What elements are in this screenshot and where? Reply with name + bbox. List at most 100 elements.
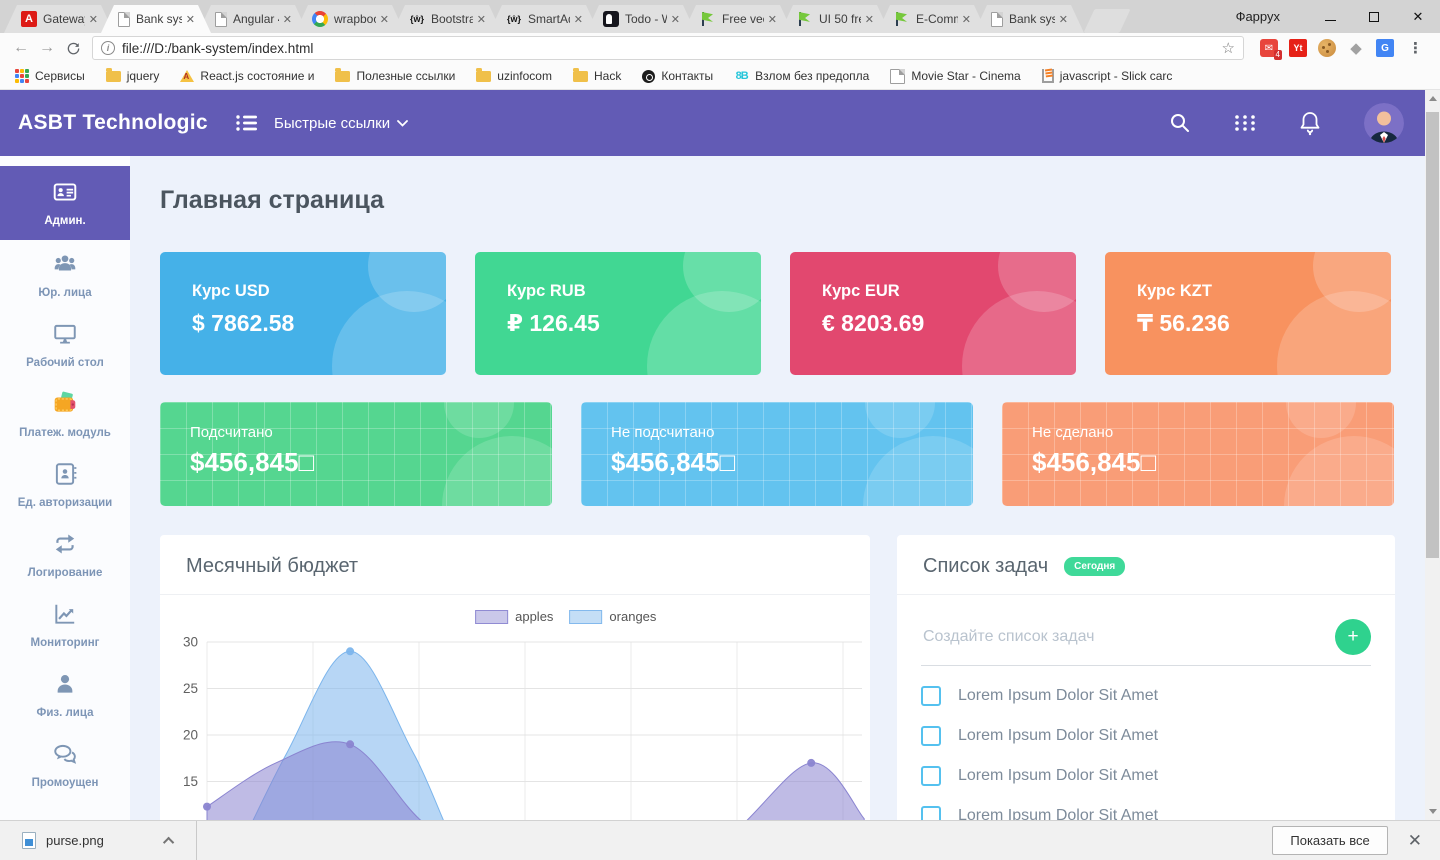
sidebar: Админ. Юр. лица Рабочий стол Платеж. мод… [0,156,130,820]
currency-card-value: $ 7862.58 [192,310,295,336]
notifications-bell-icon[interactable] [1298,110,1322,136]
bookmark-item[interactable]: 8B Взлом без предопла [734,69,870,84]
tab-close-icon[interactable]: ✕ [671,13,680,26]
bookmark-item[interactable]: jquery [105,67,159,83]
shield-extension-icon[interactable]: ◆ [1347,39,1365,57]
download-filename[interactable]: purse.png [46,833,104,848]
todo-checkbox[interactable] [921,766,941,786]
sidebar-item-person[interactable]: Физ. лица [0,660,130,730]
google-favicon [312,11,328,27]
tab-close-icon[interactable]: ✕ [283,13,292,26]
bookmark-item[interactable]: Полезные ссылки [335,67,456,83]
quick-links-dropdown[interactable]: Быстрые ссылки [274,115,409,132]
scroll-up-arrow[interactable] [1429,96,1437,101]
user-avatar[interactable] [1364,103,1404,143]
todo-checkbox[interactable] [921,726,941,746]
download-chevron-icon[interactable] [162,836,175,848]
sidebar-item-people[interactable]: Юр. лица [0,240,130,310]
browser-tab[interactable]: {ŵ} Bootstra ✕ [392,5,502,33]
browser-tab[interactable]: Todo - W ✕ [586,5,696,33]
legend-item-oranges[interactable]: oranges [569,609,656,624]
tab-title: Todo - W [625,12,659,26]
todo-checkbox[interactable] [921,806,941,820]
address-bar[interactable]: i file:///D:/bank-system/index.html ☆ [92,36,1244,60]
browser-tab[interactable]: Free vect ✕ [683,5,793,33]
cookie-extension-icon[interactable] [1318,39,1336,57]
browser-tab[interactable]: UI 50 fre ✕ [780,5,890,33]
sidebar-item-repeat[interactable]: Логирование [0,520,130,590]
translate-extension-icon[interactable]: G [1376,39,1394,57]
todo-header: Список задач Сегодня [897,535,1395,595]
status-card-label: Не сделано [1032,424,1114,441]
bookmark-item[interactable]: javascript - Slick carc [1041,69,1173,83]
bookmark-item[interactable]: React.js состояние и [180,69,314,83]
sidebar-item-id-card[interactable]: Админ. [0,166,130,240]
browser-tab[interactable]: {ŵ} SmartAd ✕ [489,5,599,33]
tab-close-icon[interactable]: ✕ [865,13,874,26]
youtube-extension-icon[interactable]: Yt [1289,39,1307,57]
tab-close-icon[interactable]: ✕ [89,13,98,26]
folder-bookmark-icon [105,67,121,82]
tab-close-icon[interactable]: ✕ [477,13,486,26]
sidebar-item-label: Промоущен [31,777,99,789]
tab-close-icon[interactable]: ✕ [380,13,389,26]
legend-item-apples[interactable]: apples [475,609,553,624]
tab-close-icon[interactable]: ✕ [1059,13,1068,26]
add-task-button[interactable]: + [1335,619,1371,655]
monitor-icon [52,321,78,352]
todo-title: Список задач [923,555,1049,577]
todo-checkbox[interactable] [921,686,941,706]
tab-close-icon[interactable]: ✕ [186,13,195,26]
browser-tab[interactable]: E-Comm ✕ [877,5,987,33]
maximize-button[interactable] [1352,0,1396,33]
bookmark-item[interactable]: Контакты [642,69,713,83]
bookmark-item[interactable]: Сервисы [14,68,85,84]
browser-tab[interactable]: Angular 4 ✕ [198,5,308,33]
sidebar-item-monitor[interactable]: Рабочий стол [0,310,130,380]
back-button[interactable]: ← [8,35,34,61]
forward-button[interactable]: → [34,35,60,61]
scrollbar-thumb[interactable] [1426,112,1439,558]
bookmark-item[interactable]: Movie Star - Cinema [890,68,1021,84]
menu-list-icon[interactable] [236,114,258,132]
bookmark-item[interactable]: Hack [572,67,621,83]
tab-close-icon[interactable]: ✕ [574,13,583,26]
browser-tab[interactable]: wrapboo ✕ [295,5,405,33]
minimize-button[interactable] [1308,0,1352,33]
close-downloads-icon[interactable]: ✕ [1404,831,1426,851]
bookmark-label: Полезные ссылки [356,69,456,83]
bookmark-star-icon[interactable]: ☆ [1222,39,1235,57]
profile-name[interactable]: Фаррух [1236,9,1280,24]
browser-menu-icon[interactable]: ⋮ [1400,39,1432,57]
todo-input[interactable] [921,627,1335,647]
sidebar-item-wallet[interactable]: Платеж. модуль [0,380,130,450]
download-item[interactable]: purse.png [0,832,104,849]
currency-card: Курс USD $ 7862.58 [160,252,446,375]
tab-close-icon[interactable]: ✕ [962,13,971,26]
sidebar-item-label: Физ. лица [36,707,94,719]
close-window-button[interactable]: ✕ [1396,0,1440,33]
app-logo[interactable]: ASBT Technologic [18,111,218,135]
bookmark-label: javascript - Slick carc [1059,69,1173,83]
page-scrollbar[interactable] [1425,90,1440,820]
url-text[interactable]: file:///D:/bank-system/index.html [122,41,1216,56]
search-icon[interactable] [1168,111,1192,135]
page-info-icon[interactable]: i [101,41,115,55]
bookmark-item[interactable]: uzinfocom [476,67,552,83]
sidebar-item-address-book[interactable]: Ед. авторизации [0,450,130,520]
mail-extension-icon[interactable]: ✉ 4 [1260,39,1282,60]
show-all-downloads-button[interactable]: Показать все [1272,826,1388,855]
tab-close-icon[interactable]: ✕ [768,13,777,26]
sidebar-item-chat[interactable]: Промоущен [0,730,130,800]
apps-grid-icon[interactable] [1234,112,1256,134]
sidebar-item-label: Админ. [44,215,86,227]
scroll-down-arrow[interactable] [1429,809,1437,814]
chart-legend: apples oranges [475,609,656,624]
browser-tab[interactable]: Bank syst ✕ [974,5,1084,33]
new-tab-button[interactable] [1083,9,1131,33]
sidebar-item-chart[interactable]: Мониторинг [0,590,130,660]
browser-tab[interactable]: A Gateway ✕ [4,5,114,33]
browser-tab[interactable]: Bank syst ✕ [101,5,211,33]
refresh-button[interactable] [60,35,86,61]
status-card: Не сделано $456,845□ [1002,402,1394,506]
